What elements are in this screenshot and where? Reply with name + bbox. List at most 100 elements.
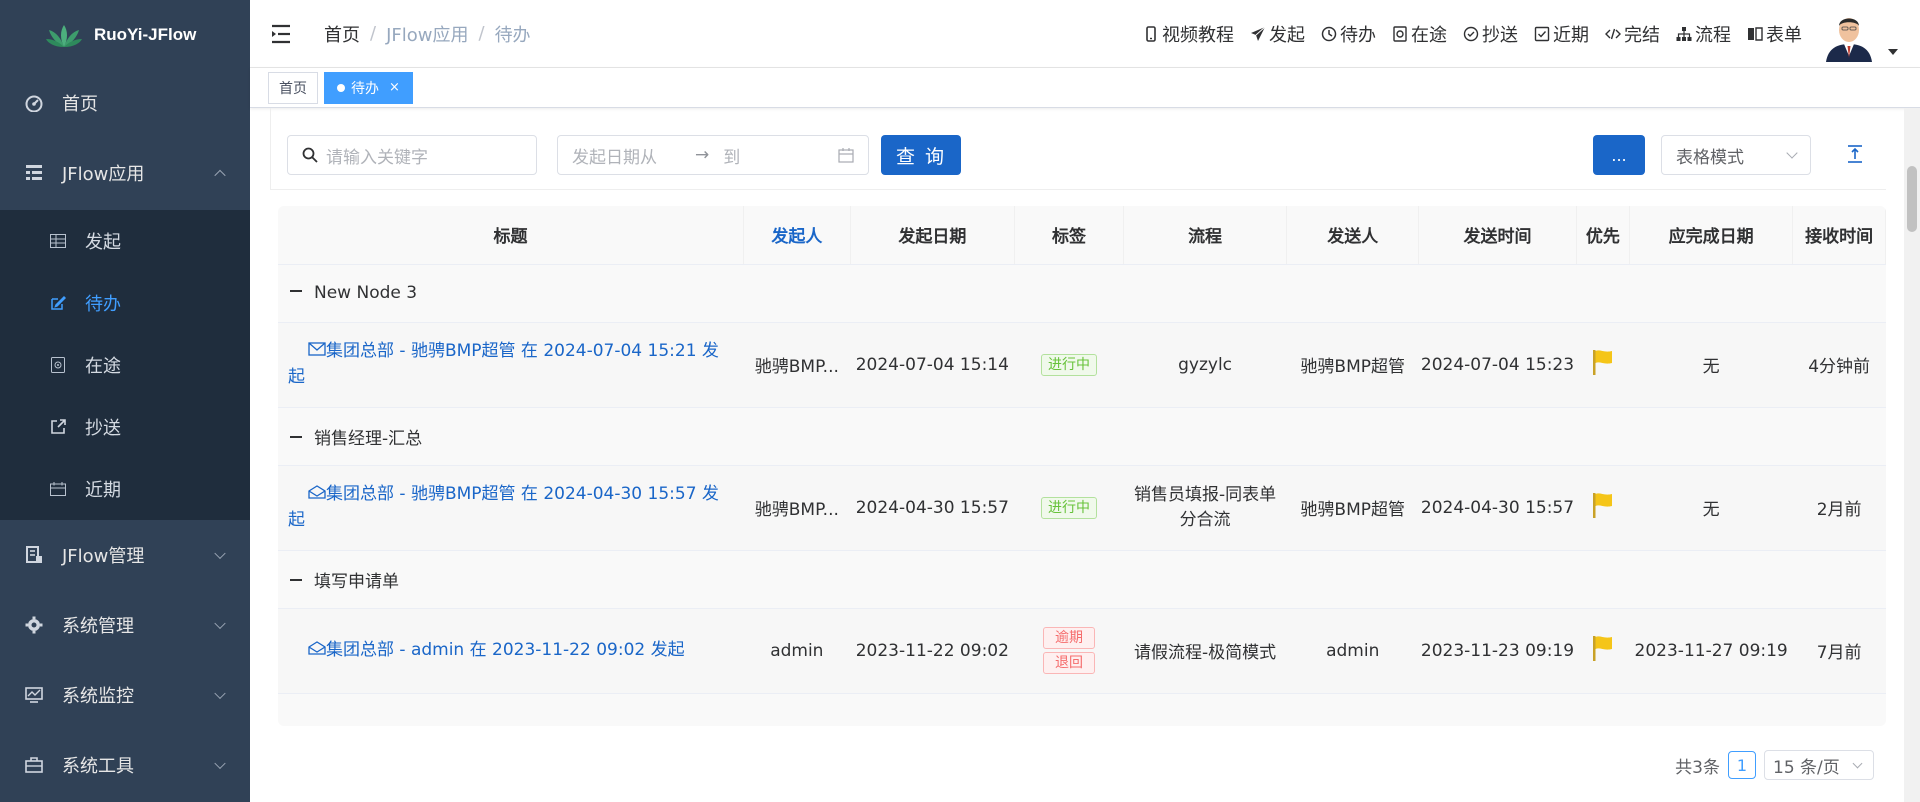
column-header-due-date[interactable]: 应完成日期 (1629, 206, 1794, 265)
app-root: RuoYi-JFlow 首页 JFlow应用 发起 待办 在途 抄送 近期 JF… (0, 0, 1920, 802)
group-row[interactable]: 填写申请单 (278, 550, 1886, 609)
page-button[interactable]: 1 (1728, 751, 1756, 779)
breadcrumb-separator: / (370, 23, 377, 44)
sidebar-item-system-admin[interactable]: 系统管理 (0, 590, 250, 660)
flow-cell: gyzylc (1123, 322, 1287, 408)
column-header-flow[interactable]: 流程 (1123, 206, 1288, 265)
breadcrumb-jflow-app[interactable]: JFlow应用 (386, 21, 468, 47)
sidebar-item-in-progress[interactable]: 在途 (0, 334, 250, 396)
column-header-sender[interactable]: 发送人 (1286, 206, 1420, 265)
breadcrumb-home[interactable]: 首页 (324, 21, 360, 47)
title-link[interactable]: 集团总部 - admin 在 2023-11-22 09:02 发起 (326, 640, 685, 660)
title-cell[interactable]: 集团总部 - 驰骋BMP超管 在 2024-07-04 15:21 发起 (278, 322, 744, 408)
column-header-send-time[interactable]: 发送时间 (1418, 206, 1577, 265)
collapse-minus-icon[interactable] (290, 290, 302, 292)
column-header-priority[interactable]: 优先 (1576, 206, 1631, 265)
priority-cell (1576, 465, 1630, 551)
user-menu[interactable] (1822, 8, 1898, 62)
tag-label: 待办 (351, 80, 379, 97)
date-range-picker[interactable]: 发起日期从 → 到 (557, 135, 869, 175)
group-name: 填写申请单 (314, 571, 399, 592)
flag-icon (1592, 350, 1612, 375)
title-link[interactable]: 集团总部 - 驰骋BMP超管 在 2024-04-30 15:57 发起 (288, 484, 719, 530)
toolbox-icon (24, 755, 44, 775)
nav-video-tutorial[interactable]: 视频教程 (1143, 21, 1234, 47)
sidebar-item-home[interactable]: 首页 (0, 70, 250, 136)
table-header-row: 标题 发起人 发起日期 标签 流程 发送人 发送时间 优先 应完成日期 接收时间 (278, 206, 1886, 265)
collapse-minus-icon[interactable] (290, 435, 302, 438)
received-cell: 2月前 (1792, 465, 1886, 551)
nav-in-progress[interactable]: 在途 (1392, 21, 1447, 47)
page-size-select[interactable]: 15 条/页 (1764, 750, 1874, 780)
nav-start[interactable]: 发起 (1250, 21, 1305, 47)
close-icon[interactable]: × (389, 80, 400, 95)
nav-form[interactable]: 表单 (1747, 21, 1802, 47)
table-row[interactable]: 集团总部 - 驰骋BMP超管 在 2024-07-04 15:21 发起 驰骋B… (278, 322, 1886, 408)
edit-icon (49, 294, 67, 312)
pagination: 共3条 1 15 条/页 (1675, 750, 1874, 780)
send-time-cell: 2023-11-23 09:19 (1418, 608, 1577, 694)
collapse-minus-icon[interactable] (290, 578, 302, 581)
sidebar-item-jflow-app[interactable]: JFlow应用 (0, 136, 250, 210)
flow-cell: 销售员填报-同表单分合流 (1123, 465, 1287, 551)
due-date-cell: 2023-11-27 09:19 (1629, 608, 1793, 694)
page-scrollbar[interactable] (1904, 108, 1920, 802)
column-header-received[interactable]: 接收时间 (1792, 206, 1886, 265)
column-header-start-date[interactable]: 发起日期 (850, 206, 1016, 265)
sidebar-item-cc[interactable]: 抄送 (0, 396, 250, 458)
code-icon (1605, 28, 1621, 40)
logo[interactable]: RuoYi-JFlow (0, 0, 250, 70)
sidebar-item-todo[interactable]: 待办 (0, 272, 250, 334)
avatar (1822, 8, 1876, 62)
nav-flow[interactable]: 流程 (1676, 21, 1731, 47)
sidebar-item-label: 抄送 (85, 418, 121, 439)
nav-completed[interactable]: 完结 (1605, 21, 1660, 47)
tag-home[interactable]: 首页 (268, 71, 318, 104)
title-cell[interactable]: 集团总部 - 驰骋BMP超管 在 2024-04-30 15:57 发起 (278, 465, 744, 551)
external-link-icon (49, 418, 67, 436)
sidebar-item-recent[interactable]: 近期 (0, 458, 250, 520)
filter-toolbar: 请输入关键字 发起日期从 → 到 查 询 ... 表格模式 (270, 108, 1886, 190)
tags-cell: 进行中 (1014, 465, 1124, 551)
title-cell[interactable]: 集团总部 - admin 在 2023-11-22 09:02 发起 (278, 608, 744, 694)
sidebar-item-system-tools[interactable]: 系统工具 (0, 730, 250, 800)
sidebar-item-start[interactable]: 发起 (0, 210, 250, 272)
sidebar-item-jflow-admin[interactable]: JFlow管理 (0, 520, 250, 590)
monitor-icon (24, 685, 44, 705)
more-button[interactable]: ... (1593, 135, 1645, 175)
title-link[interactable]: 集团总部 - 驰骋BMP超管 在 2024-07-04 15:21 发起 (288, 341, 719, 387)
sidebar-item-system-monitor[interactable]: 系统监控 (0, 660, 250, 730)
column-header-title[interactable]: 标题 (278, 206, 745, 265)
table-row[interactable]: 集团总部 - 驰骋BMP超管 在 2024-04-30 15:57 发起 驰骋B… (278, 465, 1886, 551)
nav-cc[interactable]: 抄送 (1463, 21, 1518, 47)
search-input[interactable]: 请输入关键字 (287, 135, 537, 175)
sidebar-item-label: 系统监控 (62, 686, 134, 707)
starter-cell: admin (743, 608, 851, 694)
nav-todo[interactable]: 待办 (1321, 21, 1376, 47)
column-header-starter[interactable]: 发起人 (743, 206, 851, 265)
sidebar-item-label: 首页 (62, 94, 98, 115)
pagination-total: 共3条 (1675, 757, 1720, 778)
check-square-icon (1534, 26, 1550, 42)
check-circle-icon (1463, 26, 1479, 42)
group-row[interactable]: New Node 3 (278, 264, 1886, 323)
query-button[interactable]: 查 询 (881, 135, 961, 175)
tag-label: 首页 (279, 80, 307, 97)
starter-cell: 驰骋BMP... (743, 465, 851, 551)
chevron-down-icon (214, 687, 226, 700)
eye-icon (1393, 26, 1407, 42)
hamburger-icon[interactable] (270, 23, 296, 45)
chevron-down-icon (1852, 758, 1863, 769)
table-row[interactable]: 集团总部 - admin 在 2023-11-22 09:02 发起 admin… (278, 608, 1886, 694)
nav-recent[interactable]: 近期 (1534, 21, 1589, 47)
scrollbar-thumb[interactable] (1907, 166, 1917, 232)
group-row[interactable]: 销售经理-汇总 (278, 407, 1886, 466)
view-mode-select[interactable]: 表格模式 (1661, 135, 1811, 175)
send-icon (1251, 26, 1266, 41)
column-header-tags[interactable]: 标签 (1014, 206, 1124, 265)
sender-cell: 驰骋BMP超管 (1286, 465, 1419, 551)
tag-todo[interactable]: 待办 × (324, 71, 413, 104)
sidebar-item-label: JFlow管理 (62, 546, 145, 567)
envelope-open-icon (308, 485, 326, 499)
collapse-toolbar-icon[interactable] (1845, 144, 1865, 164)
